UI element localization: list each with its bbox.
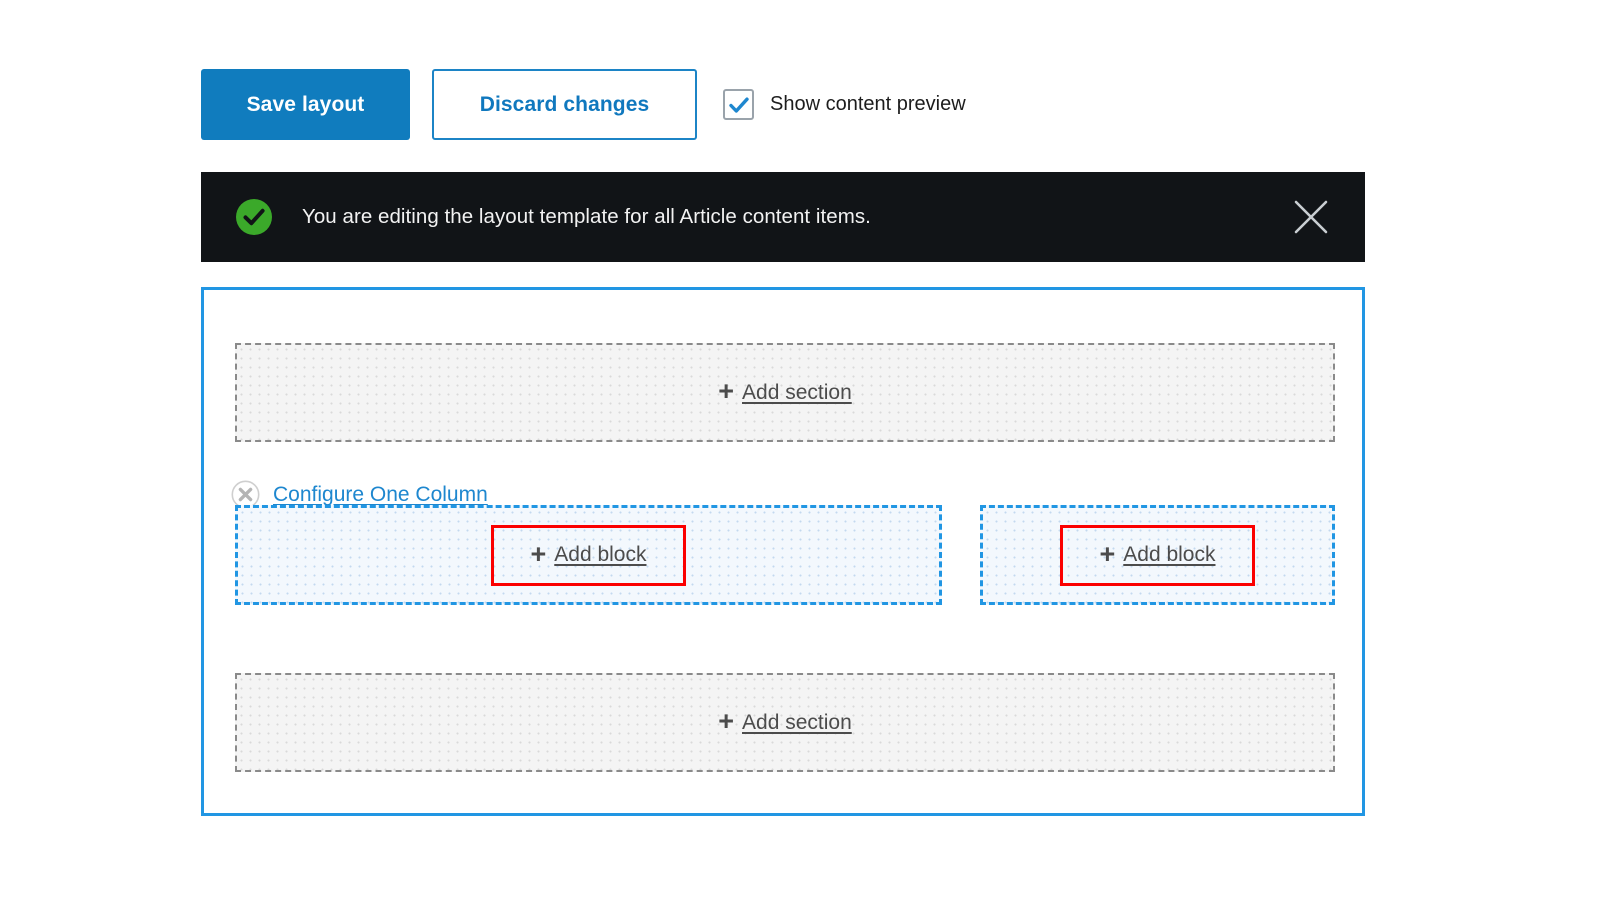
layout-region-second[interactable]: + Add block: [980, 505, 1335, 605]
plus-icon: +: [718, 706, 735, 736]
check-circle-icon: [235, 198, 273, 236]
save-layout-button[interactable]: Save layout: [201, 69, 410, 140]
add-section-bottom[interactable]: + Add section: [235, 673, 1335, 772]
add-section-link[interactable]: + Add section: [718, 376, 852, 406]
checkmark-icon: [728, 97, 749, 113]
show-content-preview-label: Show content preview: [770, 93, 966, 115]
show-content-preview-control[interactable]: Show content preview: [723, 89, 966, 120]
plus-icon: +: [718, 376, 735, 406]
configure-one-column-link[interactable]: Configure One Column: [273, 483, 488, 507]
discard-changes-button[interactable]: Discard changes: [432, 69, 697, 140]
add-block-button-first[interactable]: + Add block: [491, 524, 686, 586]
add-block-label: Add block: [554, 543, 647, 566]
layout-toolbar: Save layout Discard changes Show content…: [201, 69, 966, 140]
layout-region-first[interactable]: + Add block: [235, 505, 942, 605]
add-section-top[interactable]: + Add section: [235, 343, 1335, 442]
add-section-label: Add section: [742, 380, 852, 404]
show-content-preview-checkbox[interactable]: [723, 89, 754, 120]
plus-icon: +: [530, 538, 547, 569]
plus-icon: +: [1099, 538, 1116, 569]
add-section-label: Add section: [742, 710, 852, 734]
add-block-button-second[interactable]: + Add block: [1060, 524, 1255, 586]
layout-builder-canvas: + Add section Configure One Column + Add…: [201, 287, 1365, 816]
status-banner-message: You are editing the layout template for …: [302, 205, 871, 228]
add-section-link[interactable]: + Add section: [718, 706, 852, 736]
close-icon[interactable]: [1291, 197, 1331, 237]
status-banner: You are editing the layout template for …: [201, 172, 1365, 262]
add-block-label: Add block: [1123, 543, 1216, 566]
